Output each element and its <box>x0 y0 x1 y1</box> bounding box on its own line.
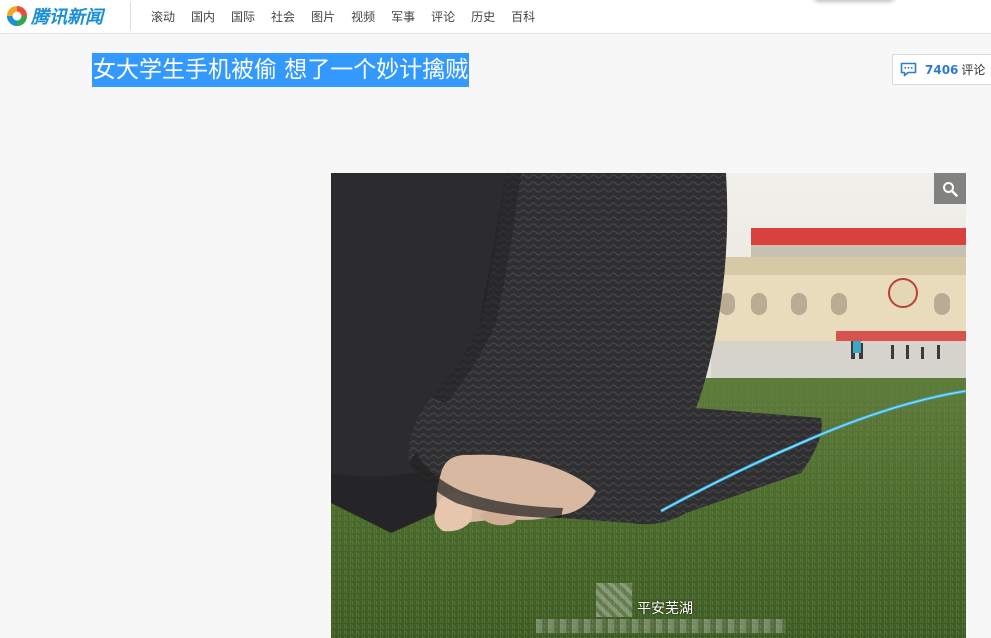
page: 腾讯新闻 滚动 国内 国际 社会 图片 视频 军事 评论 历史 百科 女大学生手… <box>0 0 991 638</box>
watermark-logo <box>596 583 632 617</box>
nav-item-shehui[interactable]: 社会 <box>271 8 295 25</box>
nav-item-pinglun[interactable]: 评论 <box>431 8 455 25</box>
nav-item-gundong[interactable]: 滚动 <box>151 8 175 25</box>
nav-item-lishi[interactable]: 历史 <box>471 8 495 25</box>
article-photo[interactable]: 平安芜湖 <box>331 173 966 638</box>
nav-divider <box>130 2 131 30</box>
article-title: 女大学生手机被偷 想了一个妙计擒贼 <box>92 53 470 87</box>
tencent-news-logo-icon <box>7 6 27 26</box>
comment-count-button[interactable]: 7406 评论 <box>892 54 991 85</box>
site-logo-text: 腾讯新闻 <box>31 7 103 28</box>
nav-item-shipin[interactable]: 视频 <box>351 8 375 25</box>
photo-watermark: 平安芜湖 <box>637 601 693 617</box>
nav-item-guonei[interactable]: 国内 <box>191 8 215 25</box>
site-logo[interactable]: 腾讯新闻 <box>6 3 103 29</box>
nav-item-tupian[interactable]: 图片 <box>311 8 335 25</box>
magnifier-icon <box>943 181 958 197</box>
comment-bubble-icon <box>900 62 917 77</box>
zoom-button[interactable] <box>934 173 966 204</box>
channel-nav: 滚动 国内 国际 社会 图片 视频 军事 评论 历史 百科 <box>151 0 551 32</box>
photo-scene <box>331 173 966 638</box>
comment-count: 7406 <box>925 62 959 77</box>
comment-label: 评论 <box>961 63 986 77</box>
watermark-blur-bar <box>536 619 786 633</box>
nav-item-guoji[interactable]: 国际 <box>231 8 255 25</box>
nav-item-baike[interactable]: 百科 <box>511 8 535 25</box>
top-nav-bar: 腾讯新闻 滚动 国内 国际 社会 图片 视频 军事 评论 历史 百科 <box>0 0 991 34</box>
nav-item-junshi[interactable]: 军事 <box>391 8 415 25</box>
